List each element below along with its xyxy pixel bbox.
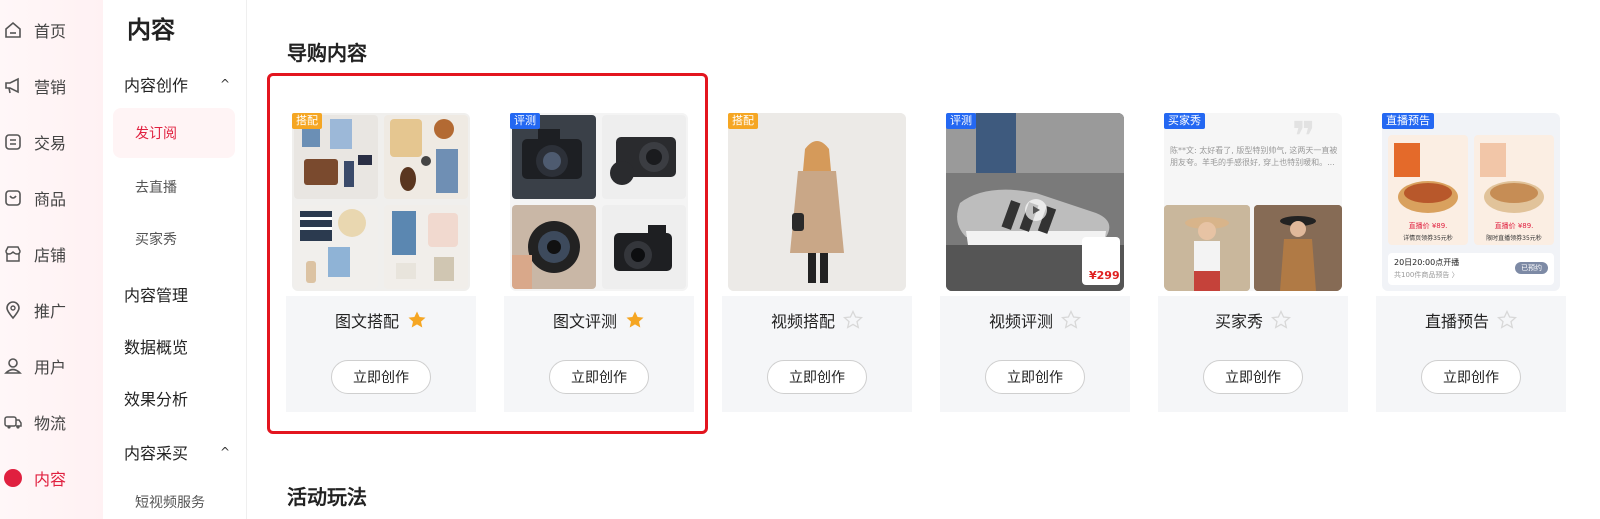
card-thumbnail: 陈**文: 太好看了, 版型特别帅气, 这两天一直被朋友夸。羊毛的手感很好, 穿…: [1164, 113, 1342, 291]
live-subtext: 共100件商品预告 〉: [1394, 271, 1459, 279]
chevron-up-icon: ^: [219, 77, 230, 91]
content-card-live-preview[interactable]: 直播价 ¥89. 详情页领券35元秒 直播价 ¥89. 限时直播领券35元秒 2…: [1376, 108, 1566, 412]
nav-item-marketing[interactable]: 营销: [0, 68, 103, 104]
create-now-button[interactable]: 立即创作: [1203, 360, 1303, 394]
content-card-video-outfit[interactable]: 搭配 视频搭配 立即创作: [722, 108, 912, 412]
menu-group-label: 内容管理: [124, 286, 189, 305]
chevron-up-icon: ^: [219, 445, 230, 459]
menu-group-label: 效果分析: [124, 390, 189, 409]
menu-item-data-overview[interactable]: 数据概览: [124, 334, 234, 358]
live-info-bar: 20日20:00点开播 共100件商品预告 〉 已预约: [1388, 253, 1554, 285]
nav-item-label: 营销: [34, 78, 67, 97]
section-title-activities: 活动玩法: [287, 485, 367, 509]
model-photo: [728, 113, 906, 291]
card-title-row: 视频搭配: [722, 308, 912, 332]
create-now-button[interactable]: 立即创作: [985, 360, 1085, 394]
menu-group-content-purchase[interactable]: 内容采买 ^: [124, 440, 234, 464]
product-image: 直播价 ¥89. 限时直播领券35元秒: [1474, 135, 1554, 245]
coupon-text: 详情页领券35元秒: [1403, 235, 1453, 242]
menu-item-label: 发订阅: [135, 126, 177, 142]
nav-item-users[interactable]: 用户: [0, 348, 103, 384]
card-thumbnail: ¥299: [946, 113, 1124, 291]
card-title: 买家秀: [1214, 312, 1263, 331]
nav-item-label: 交易: [34, 134, 67, 153]
menu-item-content-management[interactable]: 内容管理: [124, 282, 234, 306]
price-tag: 直播价 ¥89.: [1494, 222, 1534, 230]
nav-item-label: 用户: [34, 358, 67, 377]
card-title-row: 直播预告: [1376, 308, 1566, 332]
play-icon[interactable]: [1025, 199, 1047, 221]
card-title-row: 买家秀: [1158, 308, 1348, 332]
bag-icon: [2, 187, 24, 209]
menu-item-short-video-service[interactable]: 短视频服务: [135, 492, 205, 512]
nav-item-promotion[interactable]: 推广: [0, 292, 103, 328]
hashtag-icon: [2, 467, 24, 489]
create-now-button[interactable]: 立即创作: [1421, 360, 1521, 394]
content-card-buyer-show[interactable]: 陈**文: 太好看了, 版型特别帅气, 这两天一直被朋友夸。羊毛的手感很好, 穿…: [1158, 108, 1348, 412]
menu-item-label: 短视频服务: [135, 495, 205, 511]
buyer-photo: [1164, 205, 1250, 291]
card-tag: 评测: [510, 113, 540, 129]
nav-item-logistics[interactable]: 物流: [0, 404, 103, 440]
megaphone-icon: [2, 75, 24, 97]
menu-item-publish-subscription[interactable]: 发订阅: [113, 108, 235, 158]
card-tag: 搭配: [728, 113, 758, 129]
live-time: 20日20:00点开播: [1394, 258, 1460, 267]
location-pin-icon: [2, 299, 24, 321]
receipt-icon: [2, 131, 24, 153]
user-icon: [2, 355, 24, 377]
star-outline-icon[interactable]: [1497, 310, 1517, 330]
menu-group-label: 内容采买: [124, 444, 189, 463]
coupon-text: 限时直播领券35元秒: [1486, 235, 1542, 242]
product-image: 直播价 ¥89. 详情页领券35元秒: [1388, 135, 1468, 245]
nav-item-content[interactable]: 内容: [0, 460, 103, 496]
card-tag: 搭配: [292, 113, 322, 129]
card-title: 视频搭配: [770, 312, 835, 331]
price-label: ¥299: [1089, 269, 1120, 282]
menu-group-label: 内容创作: [124, 76, 189, 95]
primary-sidebar: 首页 营销 交易 商品 店铺 推广 用户 物流 内容: [0, 0, 103, 519]
nav-item-store[interactable]: 店铺: [0, 236, 103, 272]
menu-item-go-live[interactable]: 去直播: [135, 177, 177, 197]
nav-item-label: 店铺: [34, 246, 67, 265]
menu-group-label: 数据概览: [124, 338, 189, 357]
quote-icon: ❞: [1292, 114, 1316, 160]
menu-item-label: 去直播: [135, 180, 177, 196]
nav-item-home[interactable]: 首页: [0, 12, 103, 48]
nav-item-label: 内容: [34, 470, 67, 489]
nav-item-trade[interactable]: 交易: [0, 124, 103, 160]
card-thumbnail: [728, 113, 906, 291]
home-icon: [2, 19, 24, 41]
nav-item-label: 商品: [34, 190, 67, 209]
menu-item-buyer-show[interactable]: 买家秀: [135, 229, 177, 249]
nav-item-label: 推广: [34, 302, 67, 321]
highlight-box: [267, 73, 708, 434]
menu-group-content-creation[interactable]: 内容创作 ^: [124, 72, 234, 96]
star-outline-icon[interactable]: [1271, 310, 1291, 330]
nav-item-label: 首页: [34, 22, 67, 41]
buyer-photo: [1254, 205, 1342, 291]
nav-item-goods[interactable]: 商品: [0, 180, 103, 216]
sidebar-title: 内容: [127, 16, 175, 44]
store-icon: [2, 243, 24, 265]
card-title-row: 视频评测: [940, 308, 1130, 332]
star-outline-icon[interactable]: [843, 310, 863, 330]
card-tag: 买家秀: [1164, 113, 1205, 129]
content-card-video-review[interactable]: ¥299 评测 视频评测 立即创作: [940, 108, 1130, 412]
nav-item-label: 物流: [34, 414, 67, 433]
truck-icon: [2, 411, 24, 433]
card-thumbnail: 直播价 ¥89. 详情页领券35元秒 直播价 ¥89. 限时直播领券35元秒 2…: [1382, 113, 1560, 291]
card-tag: 评测: [946, 113, 976, 129]
card-tag: 直播预告: [1382, 113, 1434, 129]
create-now-button[interactable]: 立即创作: [767, 360, 867, 394]
section-title-shopping-content: 导购内容: [287, 41, 367, 65]
menu-item-label: 买家秀: [135, 232, 177, 248]
card-title: 视频评测: [988, 312, 1053, 331]
secondary-sidebar: 内容 内容创作 ^ 发订阅 去直播 买家秀 内容管理 数据概览 效果分析 内容采…: [103, 0, 247, 519]
menu-item-effect-analysis[interactable]: 效果分析: [124, 386, 234, 410]
card-title: 直播预告: [1424, 312, 1489, 331]
reserved-badge: 已预约: [1515, 262, 1548, 274]
star-outline-icon[interactable]: [1061, 310, 1081, 330]
price-tag: 直播价 ¥89.: [1408, 222, 1448, 230]
